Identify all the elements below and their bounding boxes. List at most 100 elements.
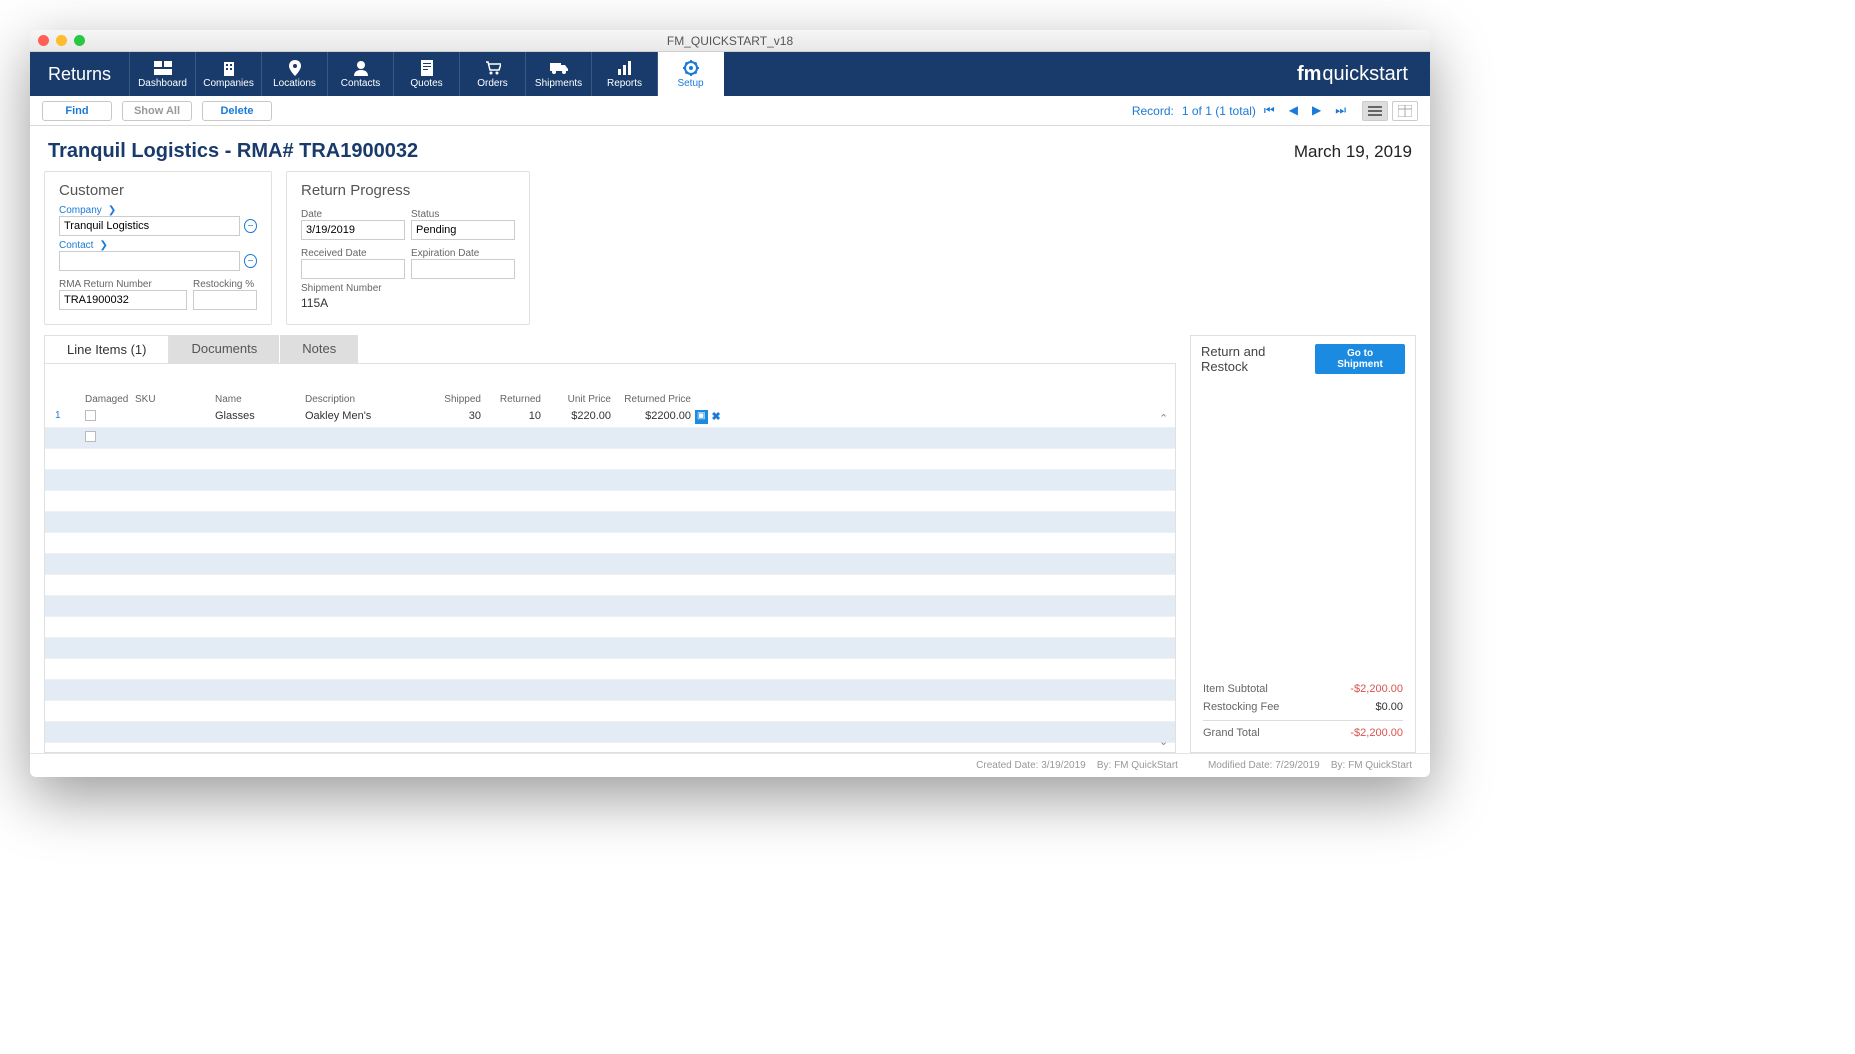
table-row[interactable] <box>45 428 1175 449</box>
tab-line-items[interactable]: Line Items (1) <box>44 335 169 363</box>
contact-link[interactable]: Contact❯ <box>59 240 257 251</box>
totals: Item Subtotal -$2,200.00 Restocking Fee … <box>1191 670 1415 752</box>
nav-label: Setup <box>677 78 703 89</box>
table-row[interactable] <box>45 617 1175 638</box>
table-view-icon[interactable] <box>1392 101 1418 121</box>
table-row[interactable] <box>45 575 1175 596</box>
nav-orders[interactable]: Orders <box>460 52 526 96</box>
contact-input[interactable] <box>59 251 240 271</box>
customer-panel: Customer Company❯ − Contact❯ − RMA Retur… <box>44 171 272 325</box>
gear-icon <box>682 60 700 76</box>
nav-setup[interactable]: Setup <box>658 52 724 96</box>
customer-panel-title: Customer <box>59 182 257 199</box>
clear-company-icon[interactable]: − <box>244 219 257 233</box>
tabs: Line Items (1) Documents Notes <box>44 335 1176 363</box>
prev-record-icon[interactable]: ◀ <box>1289 103 1298 118</box>
table-row[interactable] <box>45 470 1175 491</box>
expiration-input[interactable] <box>411 259 515 279</box>
cell-shipped: 30 <box>423 409 483 425</box>
toolbar: Find Show All Delete Record: 1 of 1 (1 t… <box>30 96 1430 126</box>
table-row[interactable] <box>45 659 1175 680</box>
table-row[interactable] <box>45 701 1175 722</box>
progress-panel: Return Progress Date Status Received Dat… <box>286 171 530 325</box>
nav-locations[interactable]: Locations <box>262 52 328 96</box>
col-unit-price: Unit Price <box>543 394 613 405</box>
grand-label: Grand Total <box>1203 727 1260 739</box>
rma-input[interactable] <box>59 290 187 310</box>
nav-companies[interactable]: Companies <box>196 52 262 96</box>
delete-row-icon[interactable]: ✖ <box>712 410 721 424</box>
cell-returned: 10 <box>483 409 543 425</box>
document-icon <box>418 60 436 76</box>
nav-label: Contacts <box>341 78 380 89</box>
nav-dashboard[interactable]: Dashboard <box>130 52 196 96</box>
titlebar: FM_QUICKSTART_v18 <box>30 30 1430 52</box>
status-label: Status <box>411 209 515 220</box>
company-input[interactable] <box>59 216 240 236</box>
brand-logo: fmquickstart <box>1275 52 1430 96</box>
fee-label: Restocking Fee <box>1203 701 1279 713</box>
scroll-down-icon[interactable]: ⌄ <box>1159 735 1173 748</box>
person-icon <box>352 60 370 76</box>
cell-name: Glasses <box>213 409 303 425</box>
date-input[interactable] <box>301 220 405 240</box>
table-row[interactable] <box>45 491 1175 512</box>
col-shipped: Shipped <box>423 394 483 405</box>
truck-icon <box>550 60 568 76</box>
received-input[interactable] <box>301 259 405 279</box>
delete-button[interactable]: Delete <box>202 101 272 121</box>
find-button[interactable]: Find <box>42 101 112 121</box>
nav-label: Dashboard <box>138 78 187 89</box>
cell-sku <box>133 409 213 425</box>
table-row[interactable] <box>45 554 1175 575</box>
damaged-checkbox[interactable] <box>85 410 96 421</box>
nav-quotes[interactable]: Quotes <box>394 52 460 96</box>
go-to-shipment-button[interactable]: Go to Shipment <box>1315 344 1405 374</box>
subtotal-value: -$2,200.00 <box>1350 683 1403 695</box>
table-row[interactable] <box>45 512 1175 533</box>
nav-contacts[interactable]: Contacts <box>328 52 394 96</box>
scroll-up-icon[interactable]: ⌃ <box>1159 412 1173 425</box>
table-row[interactable] <box>45 596 1175 617</box>
window-title: FM_QUICKSTART_v18 <box>30 34 1430 48</box>
pin-icon <box>286 60 304 76</box>
shipment-value: 115A <box>301 294 408 310</box>
restocking-label: Restocking % <box>193 279 257 290</box>
table-row[interactable]: 1 Glasses Oakley Men's 30 10 $220.00 $22… <box>45 407 1175 428</box>
form-view-icon[interactable] <box>1362 101 1388 121</box>
last-record-icon[interactable]: ⏭ <box>1335 103 1346 118</box>
table-header: Damaged SKU Name Description Shipped Ret… <box>45 364 1175 407</box>
created-info: Created Date: 3/19/2019 By: FM QuickStar… <box>976 760 1178 771</box>
show-all-button[interactable]: Show All <box>122 101 192 121</box>
table-row[interactable] <box>45 680 1175 701</box>
table-row[interactable] <box>45 638 1175 659</box>
line-items-table: Damaged SKU Name Description Shipped Ret… <box>44 363 1176 753</box>
col-returned-price: Returned Price <box>613 394 693 405</box>
chevron-right-icon: ❯ <box>108 205 116 216</box>
company-link[interactable]: Company❯ <box>59 205 257 216</box>
nav-label: Reports <box>607 78 642 89</box>
dashboard-icon <box>154 60 172 76</box>
fee-value: $0.00 <box>1375 701 1403 713</box>
expiration-label: Expiration Date <box>411 248 515 259</box>
tab-notes[interactable]: Notes <box>280 335 359 363</box>
table-row[interactable] <box>45 449 1175 470</box>
table-row[interactable] <box>45 533 1175 554</box>
nav-shipments[interactable]: Shipments <box>526 52 592 96</box>
first-record-icon[interactable]: ⏮ <box>1264 103 1275 118</box>
image-icon[interactable]: ▣ <box>695 410 708 424</box>
clear-contact-icon[interactable]: − <box>244 254 257 268</box>
damaged-checkbox[interactable] <box>85 431 96 442</box>
chart-icon <box>616 60 634 76</box>
restocking-input[interactable] <box>193 290 257 310</box>
main-nav: Returns Dashboard Companies Locations Co… <box>30 52 1430 96</box>
tab-documents[interactable]: Documents <box>169 335 280 363</box>
subtotal-label: Item Subtotal <box>1203 683 1268 695</box>
status-input[interactable] <box>411 220 515 240</box>
next-record-icon[interactable]: ▶ <box>1312 103 1321 118</box>
progress-panel-title: Return Progress <box>301 182 515 199</box>
page-title: Tranquil Logistics - RMA# TRA1900032 <box>48 140 418 163</box>
scroll-control: ⌃ ⌄ <box>1159 412 1173 748</box>
table-row[interactable] <box>45 722 1175 743</box>
nav-reports[interactable]: Reports <box>592 52 658 96</box>
